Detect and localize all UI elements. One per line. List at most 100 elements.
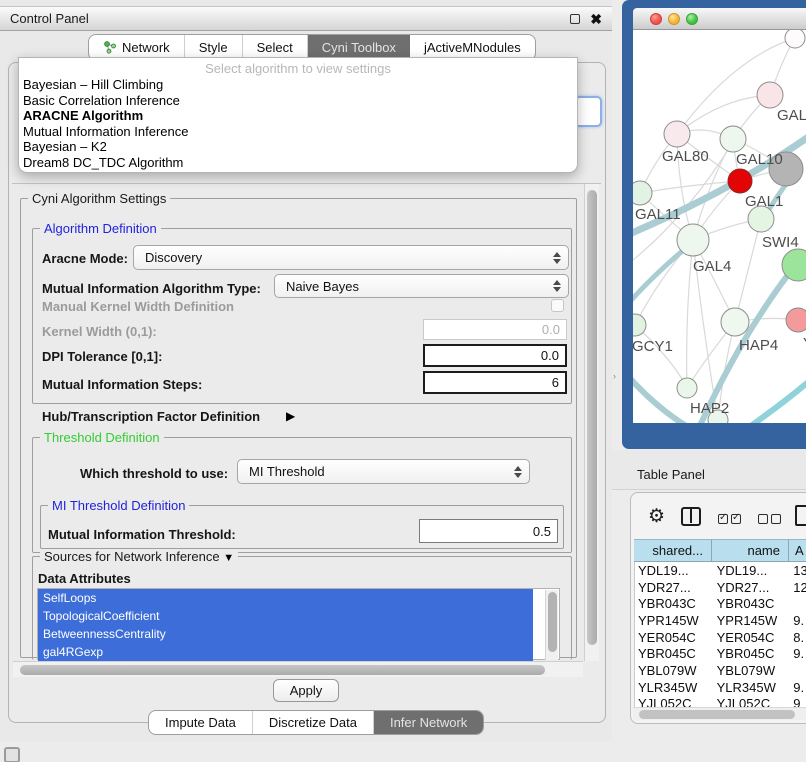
- node-unlabeled[interactable]: [785, 30, 805, 48]
- expand-right-triangle-icon[interactable]: [286, 407, 295, 425]
- aracne-mode-label: Aracne Mode:: [42, 251, 128, 266]
- node-label: HAP2: [690, 400, 729, 417]
- aracne-mode-select[interactable]: Discovery: [133, 245, 569, 270]
- network-window-titlebar[interactable]: [633, 8, 806, 30]
- table-row[interactable]: YLR345WYLR345W9.: [635, 679, 806, 696]
- float-window-icon[interactable]: [570, 14, 580, 24]
- node-gcy1[interactable]: [633, 314, 646, 336]
- algorithm-dropdown-placeholder: Select algorithm to view settings: [19, 58, 577, 77]
- node-label: SWI4: [762, 234, 799, 251]
- list-vertical-scrollbar[interactable]: [545, 590, 558, 660]
- mi-type-label: Mutual Information Algorithm Type:: [42, 281, 261, 296]
- select-all-checkboxes-icon[interactable]: [718, 511, 744, 529]
- control-panel-titlebar: Control Panel ✖: [0, 6, 612, 31]
- node-label: HAP4: [739, 337, 778, 354]
- dropdown-item[interactable]: Bayesian – Hill Climbing: [19, 77, 577, 93]
- collapsed-panel-icon[interactable]: [4, 747, 20, 762]
- inference-combobox-fragment[interactable]: [574, 96, 602, 127]
- mi-threshold-label: Mutual Information Threshold:: [48, 527, 236, 542]
- network-canvas[interactable]: GAL80 GAL10 GAL1 GAL11 GAL4 SWI4 GCY1 HA…: [633, 30, 806, 423]
- table-row[interactable]: YPR145WYPR145W9.: [635, 612, 806, 629]
- node-gal4[interactable]: [677, 224, 709, 256]
- table-row[interactable]: YBL079WYBL079W: [635, 662, 806, 679]
- settings-horizontal-scrollbar[interactable]: [13, 661, 583, 677]
- group-title: Sources for Network Inference: [40, 549, 238, 564]
- which-threshold-label: Which threshold to use:: [80, 466, 228, 481]
- mi-type-select[interactable]: Naive Bayes: [274, 274, 569, 298]
- dropdown-item[interactable]: Basic Correlation Inference: [19, 93, 577, 109]
- which-threshold-select[interactable]: MI Threshold: [237, 459, 530, 484]
- table-row[interactable]: YBR045CYBR045C9.: [635, 645, 806, 662]
- tab-impute-data[interactable]: Impute Data: [149, 711, 253, 734]
- tab-infer-network[interactable]: Infer Network: [374, 711, 483, 734]
- scrollbar-thumb[interactable]: [587, 190, 597, 645]
- column-header-shared-name[interactable]: shared...: [634, 539, 712, 562]
- hub-definition-toggle[interactable]: Hub/Transcription Factor Definition: [42, 409, 260, 424]
- bottom-tabbar: Impute Data Discretize Data Infer Networ…: [148, 710, 484, 735]
- table-toolbar: ⚙: [631, 503, 806, 535]
- gear-icon[interactable]: ⚙: [648, 505, 665, 528]
- dropdown-item[interactable]: Dream8 DC_TDC Algorithm: [19, 155, 577, 171]
- apply-button[interactable]: Apply: [273, 679, 339, 702]
- node-hap4[interactable]: [721, 308, 749, 336]
- data-attributes-list[interactable]: SelfLoops TopologicalCoefficient Between…: [37, 588, 560, 660]
- node-gal-partial[interactable]: [757, 82, 783, 108]
- group-title: Algorithm Definition: [40, 221, 161, 236]
- table-row[interactable]: YER054CYER054C8.: [635, 629, 806, 646]
- network-view-window[interactable]: GAL80 GAL10 GAL1 GAL11 GAL4 SWI4 GCY1 HA…: [622, 0, 806, 449]
- data-attributes-label: Data Attributes: [38, 571, 131, 586]
- close-icon[interactable]: ✖: [590, 11, 602, 28]
- table-row[interactable]: YJL052CYJL052C9: [635, 696, 806, 708]
- zoom-traffic-light-icon[interactable]: [686, 13, 698, 25]
- node-gal80[interactable]: [664, 121, 690, 147]
- node-gal11[interactable]: [633, 181, 652, 205]
- node-gal10[interactable]: [720, 126, 746, 152]
- table-panel: ⚙ shared... name A YDL19...YDL19...13 YD…: [630, 492, 806, 724]
- scrollbar-thumb[interactable]: [20, 665, 545, 675]
- settings-vertical-scrollbar[interactable]: [584, 184, 599, 661]
- dpi-tolerance-label: DPI Tolerance [0,1]:: [42, 349, 162, 364]
- list-item-selected[interactable]: SelfLoops: [38, 589, 533, 607]
- table-horizontal-scrollbar[interactable]: [633, 707, 806, 720]
- node-label: GCY1: [633, 338, 673, 355]
- algorithm-dropdown-popup: Select algorithm to view settings Bayesi…: [18, 57, 578, 173]
- list-item-selected[interactable]: gal4RGexp: [38, 643, 533, 661]
- mi-threshold-input[interactable]: 0.5: [419, 519, 558, 543]
- group-title: Threshold Definition: [40, 430, 164, 445]
- columns-icon[interactable]: [681, 507, 701, 526]
- dpi-tolerance-input[interactable]: 0.0: [423, 344, 567, 367]
- dropdown-item-highlighted[interactable]: ARACNE Algorithm: [19, 108, 577, 124]
- export-table-icon[interactable]: [795, 505, 806, 526]
- panel-title: Control Panel: [10, 11, 89, 26]
- scrollbar-thumb[interactable]: [639, 710, 795, 719]
- table-row[interactable]: YBR043CYBR043C: [635, 595, 806, 612]
- node-label: GAL4: [693, 258, 731, 275]
- manual-kernel-checkbox[interactable]: [551, 299, 564, 312]
- list-item-selected[interactable]: TopologicalCoefficient: [38, 607, 533, 625]
- deselect-all-checkboxes-icon[interactable]: [758, 511, 784, 529]
- dropdown-item[interactable]: Bayesian – K2: [19, 139, 577, 155]
- table-row[interactable]: YDR27...YDR27...12: [635, 579, 806, 596]
- kernel-width-input[interactable]: 0.0: [423, 319, 567, 340]
- close-traffic-light-icon[interactable]: [650, 13, 662, 25]
- tab-discretize-data[interactable]: Discretize Data: [253, 711, 374, 734]
- column-header-partial[interactable]: A: [789, 539, 806, 562]
- minimize-traffic-light-icon[interactable]: [668, 13, 680, 25]
- list-item-selected[interactable]: BetweennessCentrality: [38, 625, 533, 643]
- node-table: shared... name A YDL19...YDL19...13 YDR2…: [634, 539, 806, 707]
- node-label: GAL11: [635, 206, 681, 223]
- node-hap2[interactable]: [677, 378, 697, 398]
- table-body[interactable]: YDL19...YDL19...13 YDR27...YDR27...12 YB…: [634, 562, 806, 707]
- column-header-name[interactable]: name: [712, 539, 789, 562]
- mi-steps-input[interactable]: 6: [423, 371, 567, 394]
- collapse-down-triangle-icon[interactable]: [223, 549, 234, 564]
- splitter-handle-icon[interactable]: ›: [613, 371, 616, 381]
- table-row[interactable]: YDL19...YDL19...13: [635, 562, 806, 579]
- node-salmon[interactable]: [786, 308, 806, 332]
- node-label: GAL1: [745, 193, 783, 210]
- scrollbar-thumb[interactable]: [548, 592, 557, 652]
- stepper-icon: [553, 280, 561, 292]
- dropdown-item[interactable]: Mutual Information Inference: [19, 124, 577, 140]
- mi-steps-label: Mutual Information Steps:: [42, 377, 202, 392]
- node-gal1[interactable]: [728, 169, 752, 193]
